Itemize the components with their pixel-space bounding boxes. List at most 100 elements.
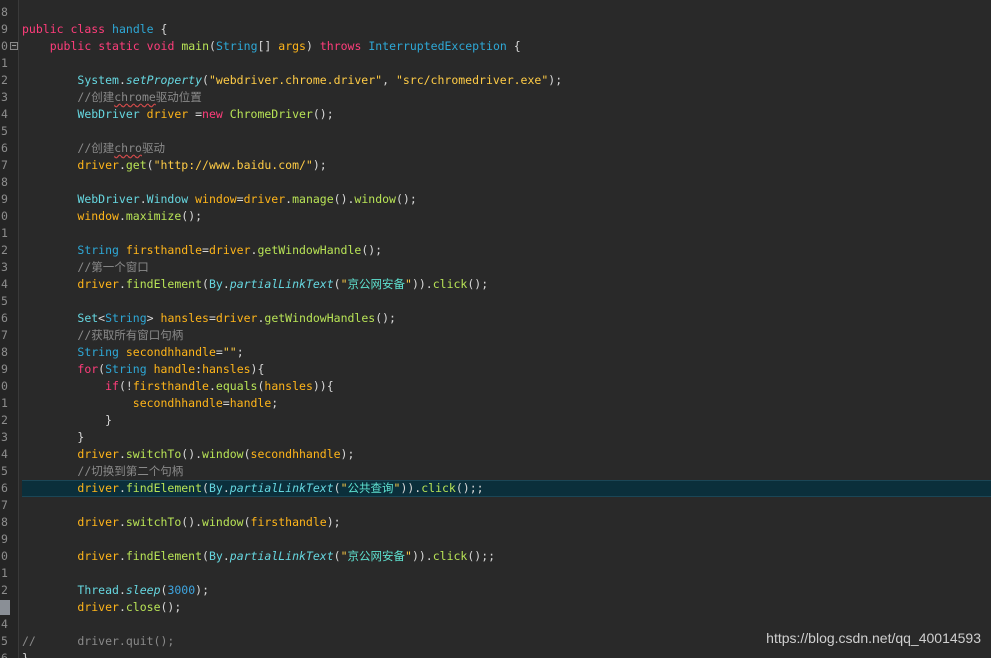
code-token: )).: [411, 549, 433, 563]
line-number: 4: [1, 277, 8, 291]
line-number: 8: [1, 345, 8, 359]
code-token: driver: [77, 277, 119, 291]
code-line[interactable]: driver.findElement(By.partialLinkText("京…: [22, 548, 991, 565]
code-line[interactable]: public static void main(String[] args) t…: [22, 38, 991, 55]
code-line[interactable]: [22, 123, 991, 140]
code-token: Set: [77, 311, 99, 325]
code-token: for: [77, 362, 99, 376]
code-line[interactable]: }: [22, 429, 991, 446]
code-token: (: [333, 549, 341, 563]
code-token: click: [432, 277, 468, 291]
current-code-line[interactable]: driver.findElement(By.partialLinkText("公…: [22, 480, 991, 497]
code-line[interactable]: [22, 225, 991, 242]
code-token: String: [105, 311, 147, 325]
code-line[interactable]: Thread.sleep(3000);: [22, 582, 991, 599]
code-line[interactable]: WebDriver.Window window=driver.manage().…: [22, 191, 991, 208]
code-line[interactable]: //切换到第二个句柄: [22, 463, 991, 480]
code-line[interactable]: Set<String> hansles=driver.getWindowHand…: [22, 310, 991, 327]
code-line[interactable]: window.maximize();: [22, 208, 991, 225]
code-line[interactable]: System.setProperty("webdriver.chrome.dri…: [22, 72, 991, 89]
code-line[interactable]: [22, 174, 991, 191]
code-token: firsthandle: [132, 379, 209, 393]
code-line[interactable]: for(String handle:hansles){: [22, 361, 991, 378]
code-token: ChromeDriver: [229, 107, 313, 121]
code-line[interactable]: //第一个窗口: [22, 259, 991, 276]
code-token: 创建: [91, 90, 115, 104]
code-line[interactable]: }: [22, 650, 991, 658]
code-token: window: [354, 192, 396, 206]
code-token: By: [208, 549, 223, 563]
code-token: //: [77, 90, 92, 104]
code-line[interactable]: [22, 4, 991, 21]
code-line[interactable]: [22, 497, 991, 514]
code-token: driver: [77, 447, 119, 461]
code-token: public: [49, 39, 92, 53]
code-line[interactable]: driver.findElement(By.partialLinkText("京…: [22, 276, 991, 293]
code-token: close: [125, 600, 161, 614]
gutter-marker: [0, 600, 10, 615]
code-token: (: [209, 39, 216, 53]
code-token: Window: [146, 192, 189, 206]
code-token: findElement: [125, 277, 203, 291]
code-token: window: [77, 209, 119, 223]
code-token: driver: [215, 311, 258, 325]
code-token: .: [118, 481, 126, 495]
code-line[interactable]: public class handle {: [22, 21, 991, 38]
code-line[interactable]: if(!firsthandle.equals(hansles)){: [22, 378, 991, 395]
code-line[interactable]: String secondhhandle="";: [22, 344, 991, 361]
code-token: ();: [375, 311, 396, 325]
code-token: .: [222, 277, 230, 291]
code-token: setProperty: [125, 73, 203, 87]
code-token: ": [405, 277, 412, 291]
code-line[interactable]: [22, 565, 991, 582]
code-token: click: [421, 481, 456, 495]
code-token: .: [118, 600, 126, 614]
code-line[interactable]: [22, 293, 991, 310]
code-line[interactable]: secondhhandle=handle;: [22, 395, 991, 412]
code-token: //: [77, 141, 92, 155]
code-token: ();: [467, 277, 489, 291]
code-token: partialLinkText: [229, 277, 334, 291]
line-number: 9: [1, 22, 8, 36]
code-line[interactable]: [22, 55, 991, 72]
fold-toggle-icon[interactable]: −: [10, 42, 18, 50]
code-token: chrome: [114, 90, 156, 104]
code-token: driver: [146, 107, 189, 121]
code-token: ();;: [467, 549, 496, 563]
code-token: =: [202, 243, 209, 257]
code-line[interactable]: WebDriver driver =new ChromeDriver();: [22, 106, 991, 123]
line-number: 6: [1, 651, 8, 658]
line-number: 9: [1, 192, 8, 206]
code-token: .: [222, 481, 230, 495]
line-number: 5: [1, 634, 8, 648]
code-line[interactable]: driver.switchTo().window(firsthandle);: [22, 514, 991, 531]
code-token: "webdriver.chrome.driver": [208, 73, 383, 87]
code-line[interactable]: }: [22, 412, 991, 429]
code-editor[interactable]: 890123456789012345678901234567890123456−…: [0, 0, 991, 658]
code-line[interactable]: driver.close();: [22, 599, 991, 616]
code-token: .: [118, 549, 126, 563]
code-token: partialLinkText: [229, 481, 334, 495]
code-line[interactable]: String firsthandle=driver.getWindowHandl…: [22, 242, 991, 259]
code-token: //: [77, 328, 92, 342]
code-line[interactable]: //创建chro驱动: [22, 140, 991, 157]
code-line[interactable]: //创建chrome驱动位置: [22, 89, 991, 106]
code-token: //: [77, 260, 92, 274]
code-token: 驱动: [141, 141, 165, 155]
code-token: public: [22, 22, 64, 36]
code-line[interactable]: driver.switchTo().window(secondhhandle);: [22, 446, 991, 463]
code-line[interactable]: [22, 531, 991, 548]
code-token: new: [202, 107, 223, 121]
code-line[interactable]: driver.get("http://www.baidu.com/");: [22, 157, 991, 174]
code-token: String: [105, 362, 147, 376]
code-line[interactable]: //获取所有窗口句柄: [22, 327, 991, 344]
